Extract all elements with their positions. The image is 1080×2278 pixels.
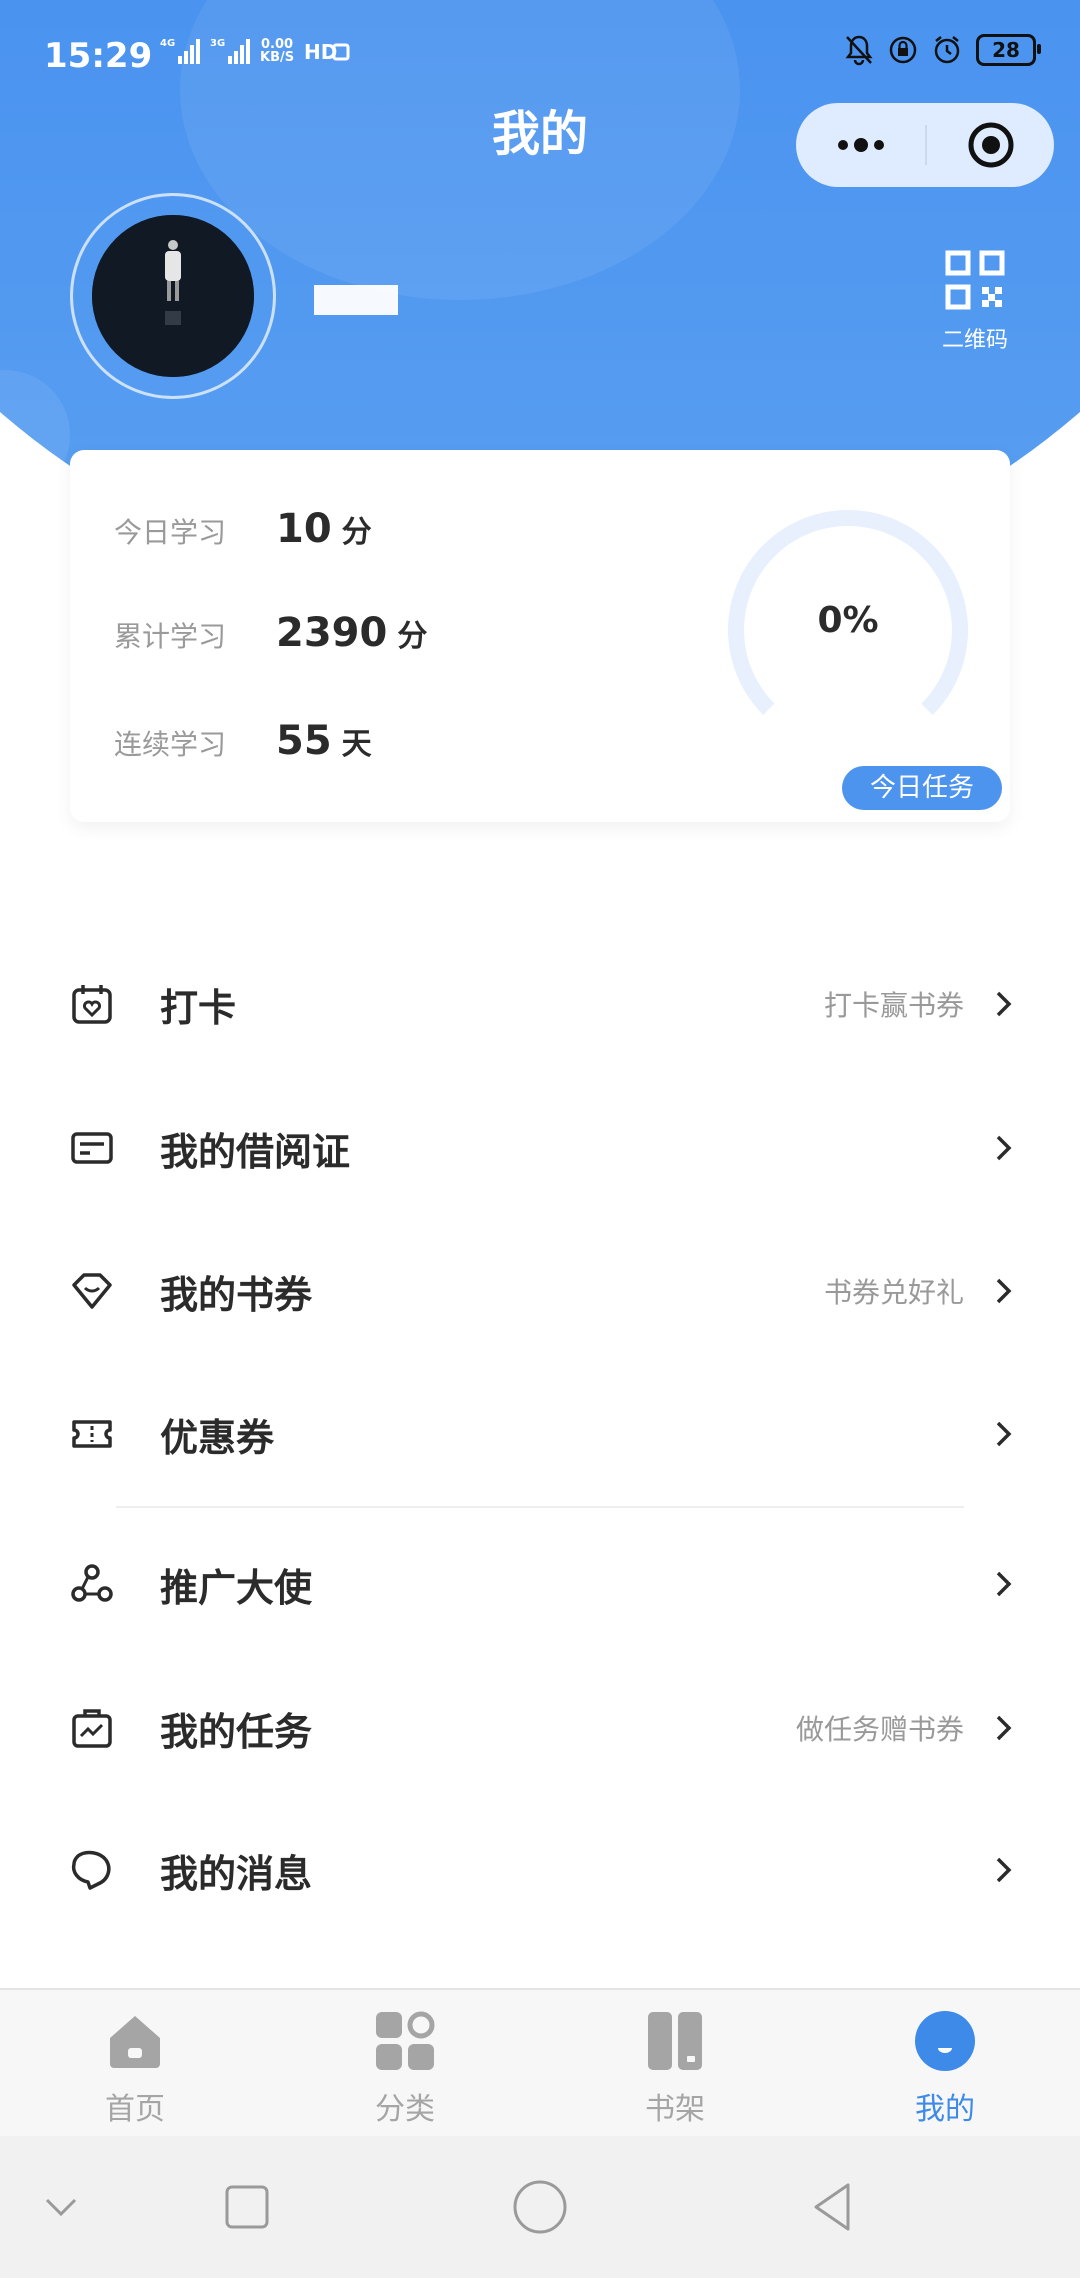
status-time: 15:29	[44, 36, 153, 76]
voucher-icon	[68, 1267, 116, 1315]
stat-streak-unit: 天	[341, 727, 372, 762]
qrcode-button[interactable]: 二维码	[930, 250, 1020, 354]
stat-streak: 连续学习 55 天	[114, 718, 372, 764]
square-icon	[225, 2185, 269, 2229]
menu-label: 优惠券	[160, 1415, 275, 1460]
task-briefcase-icon	[68, 1704, 116, 1752]
bottom-tab-bar: 首页 分类 书架 我的	[0, 1988, 1080, 2138]
stat-total-value: 2390	[276, 610, 388, 656]
alarm-icon	[934, 36, 960, 64]
tab-bookshelf[interactable]: 书架	[540, 1990, 810, 2138]
calendar-heart-icon	[68, 980, 116, 1028]
task-progress-percent: 0%	[817, 600, 879, 641]
network-2-label: 3G	[210, 38, 225, 49]
chevron-right-icon	[990, 1856, 1018, 1884]
message-icon	[68, 1846, 116, 1894]
menu-hint: 书券兑好礼	[823, 1276, 964, 1309]
chevron-right-icon	[990, 1420, 1018, 1448]
more-dots-icon	[837, 138, 884, 152]
stat-today-value: 10	[276, 506, 332, 552]
status-left-icons: 4G 3G 0.00 KB/S HD	[160, 36, 350, 66]
profile-page: 15:29 4G 3G 0.00 KB/S HD 28 我的 二维码 今日学习 …	[0, 0, 1080, 2278]
close-miniprogram-button[interactable]	[927, 103, 1054, 187]
tab-label: 书架	[645, 2092, 705, 2127]
menu-item-my-messages[interactable]: 我的消息	[0, 1800, 1080, 1940]
library-card-icon	[68, 1124, 116, 1172]
network-speed-unit: KB/S	[260, 50, 295, 65]
qrcode-icon	[945, 250, 1005, 310]
menu-section-divider	[116, 1506, 964, 1508]
network-speed: 0.00 KB/S	[260, 38, 294, 64]
avatar-figure-icon	[92, 215, 254, 377]
menu-item-book-voucher[interactable]: 我的书券 书券兑好礼	[0, 1221, 1080, 1361]
status-right-icons: 28	[844, 34, 1041, 66]
menu-label: 我的消息	[160, 1851, 313, 1896]
network-1-label: 4G	[160, 38, 175, 49]
bookshelf-icon	[648, 2012, 702, 2070]
stat-total-unit: 分	[397, 619, 428, 654]
stat-total-label: 累计学习	[114, 620, 227, 653]
menu-item-checkin[interactable]: 打卡 打卡赢书券	[0, 934, 1080, 1074]
hd-label: HD	[304, 40, 337, 64]
share-icon	[68, 1560, 116, 1608]
menu-label: 我的书券	[160, 1272, 313, 1317]
lock-rotation-icon	[889, 36, 917, 64]
menu-item-ambassador[interactable]: 推广大使	[0, 1514, 1080, 1654]
battery-indicator: 28	[976, 34, 1041, 66]
avatar	[92, 215, 254, 377]
collapse-nav-button[interactable]	[26, 2172, 96, 2242]
stat-today: 今日学习 10 分	[114, 506, 372, 552]
today-task-badge[interactable]: 今日任务	[842, 766, 1002, 810]
menu-label: 我的借阅证	[160, 1129, 351, 1174]
tab-label: 我的	[915, 2092, 975, 2127]
signal-4g-icon: 4G	[160, 38, 200, 64]
chevron-right-icon	[990, 1570, 1018, 1598]
coupon-icon	[68, 1410, 116, 1458]
system-nav-bar	[0, 2136, 1080, 2278]
muted-bell-icon	[845, 35, 873, 66]
menu-hint: 做任务赠书券	[795, 1713, 964, 1746]
tab-home[interactable]: 首页	[0, 1990, 270, 2138]
task-progress-gauge[interactable]: 0% 今日任务	[718, 500, 1002, 810]
chevron-right-icon	[990, 1714, 1018, 1742]
home-nav-button[interactable]	[505, 2172, 575, 2242]
profile-icon	[915, 2011, 975, 2071]
stat-streak-value: 55	[276, 718, 332, 764]
triangle-back-icon	[814, 2183, 850, 2231]
recents-button[interactable]	[212, 2172, 282, 2242]
menu-label: 推广大使	[160, 1565, 313, 1610]
menu-hint: 打卡赢书券	[823, 989, 964, 1022]
stat-total: 累计学习 2390 分	[114, 610, 427, 656]
stat-today-unit: 分	[341, 515, 372, 550]
qrcode-label: 二维码	[941, 328, 1008, 353]
tab-label: 分类	[375, 2092, 435, 2127]
category-icon	[376, 2011, 435, 2070]
chevron-down-icon	[45, 2198, 77, 2217]
menu-item-library-card[interactable]: 我的借阅证	[0, 1078, 1080, 1218]
avatar-ring[interactable]	[70, 193, 276, 399]
hd-icon: HD	[304, 40, 350, 64]
signal-3g-icon: 3G	[210, 38, 250, 64]
stat-today-label: 今日学习	[114, 516, 227, 549]
menu-item-my-tasks[interactable]: 我的任务 做任务赠书券	[0, 1658, 1080, 1798]
miniprogram-capsule	[796, 103, 1054, 187]
back-button[interactable]	[798, 2172, 868, 2242]
chevron-right-icon	[990, 990, 1018, 1018]
more-options-button[interactable]	[796, 103, 925, 187]
menu-item-coupon[interactable]: 优惠券	[0, 1364, 1080, 1504]
stat-streak-label: 连续学习	[114, 728, 227, 761]
tab-category[interactable]: 分类	[270, 1990, 540, 2138]
target-close-icon	[968, 122, 1013, 168]
menu-label: 打卡	[160, 985, 237, 1030]
circle-icon	[513, 2180, 567, 2234]
home-icon	[110, 2016, 160, 2068]
username-placeholder	[314, 285, 398, 315]
stats-card: 今日学习 10 分 累计学习 2390 分 连续学习 55 天 0% 今日任务	[70, 450, 1010, 822]
tab-profile[interactable]: 我的	[810, 1990, 1080, 2138]
chevron-right-icon	[990, 1277, 1018, 1305]
menu-label: 我的任务	[160, 1709, 313, 1754]
tab-label: 首页	[105, 2092, 165, 2127]
chevron-right-icon	[990, 1134, 1018, 1162]
